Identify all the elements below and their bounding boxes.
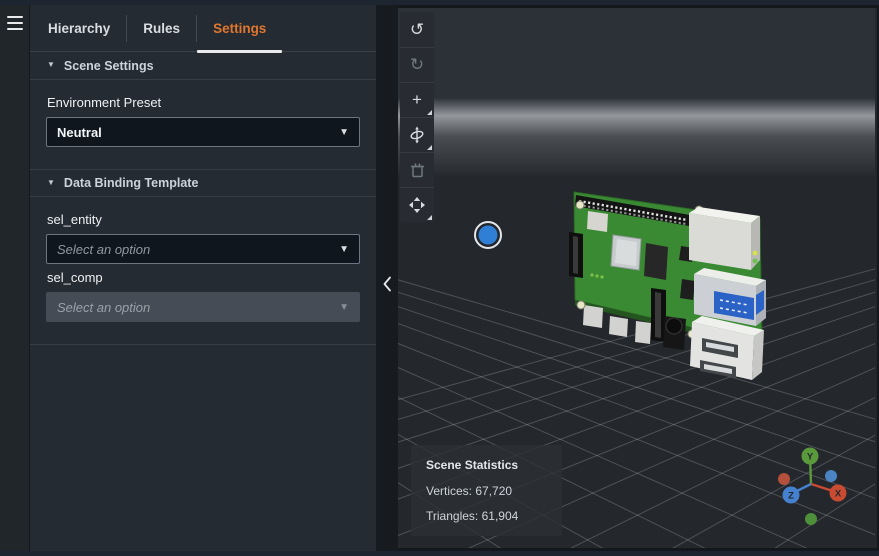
data-binding-fields: sel_entity Select an option ▼ sel_comp S…	[30, 197, 376, 345]
axis-neg-y-dot[interactable]	[805, 513, 817, 525]
axis-gizmo-icon: Y X Z	[766, 431, 858, 531]
environment-preset-select[interactable]: Neutral ▼	[46, 117, 360, 147]
chevron-left-icon	[383, 276, 392, 292]
pan-camera-button[interactable]	[400, 187, 434, 222]
scene-statistics-panel: Scene Statistics Vertices: 67,720 Triang…	[411, 445, 562, 536]
undo-button[interactable]: ↺	[400, 12, 434, 47]
collapse-panel-button[interactable]	[379, 271, 395, 297]
section-scene-settings[interactable]: ▼ Scene Settings	[30, 52, 376, 80]
sel-entity-label: sel_entity	[47, 212, 360, 227]
transform-mode-button[interactable]	[400, 117, 434, 152]
inspector-panel: Hierarchy Rules Settings ▼ Scene Setting…	[30, 5, 376, 551]
triangles-stat: Triangles: 61,904	[426, 509, 547, 523]
scene-settings-fields: Environment Preset Neutral ▼	[30, 80, 376, 169]
svg-text:Z: Z	[788, 491, 794, 502]
collapse-triangle-icon: ▼	[47, 60, 55, 69]
add-object-button[interactable]: +	[400, 82, 434, 117]
plus-icon: +	[412, 90, 422, 110]
sel-entity-placeholder: Select an option	[57, 242, 339, 257]
sky	[398, 8, 875, 104]
tab-rules[interactable]: Rules	[126, 15, 196, 42]
left-rail	[0, 5, 30, 551]
3d-viewport-canvas[interactable]: ↺ ↻ +	[398, 8, 877, 548]
collapse-triangle-icon: ▼	[47, 178, 55, 187]
delete-button[interactable]	[400, 152, 434, 187]
redo-icon: ↻	[410, 55, 424, 75]
chevron-down-icon: ▼	[339, 244, 349, 255]
environment-preset-value: Neutral	[57, 125, 339, 140]
chevron-down-icon: ▼	[339, 127, 349, 138]
environment-preset-label: Environment Preset	[47, 95, 360, 110]
sel-comp-placeholder: Select an option	[57, 300, 339, 315]
axis-z-ball[interactable]: Z	[783, 487, 800, 504]
trash-icon	[410, 162, 425, 178]
sel-entity-select[interactable]: Select an option ▼	[46, 234, 360, 264]
axis-neg-z-dot[interactable]	[825, 470, 837, 482]
axis-neg-x-dot[interactable]	[778, 473, 790, 485]
bottom-edge	[0, 551, 879, 556]
axis-y-ball[interactable]: Y	[802, 448, 819, 465]
hamburger-menu-icon[interactable]	[7, 16, 23, 30]
tag-anchor-widget[interactable]	[475, 222, 501, 248]
vertices-stat: Vertices: 67,720	[426, 484, 547, 498]
panel-tabs: Hierarchy Rules Settings	[30, 5, 376, 52]
move-arrows-icon	[408, 196, 426, 214]
svg-text:X: X	[835, 489, 842, 500]
tab-hierarchy[interactable]: Hierarchy	[48, 5, 126, 51]
chevron-down-icon: ▼	[339, 302, 349, 313]
redo-button[interactable]: ↻	[400, 47, 434, 82]
svg-text:Y: Y	[807, 452, 814, 463]
tab-settings[interactable]: Settings	[196, 15, 282, 42]
scene-settings-title: Scene Settings	[64, 59, 154, 73]
undo-icon: ↺	[410, 20, 424, 40]
panel-resize-gutter	[376, 5, 398, 551]
viewport-toolbar: ↺ ↻ +	[400, 12, 434, 222]
translate-gizmo-icon	[408, 126, 426, 144]
scene-statistics-title: Scene Statistics	[426, 458, 547, 472]
scene-composer-window: Hierarchy Rules Settings ▼ Scene Setting…	[0, 0, 879, 556]
data-binding-template-title: Data Binding Template	[64, 176, 199, 190]
section-data-binding-template[interactable]: ▼ Data Binding Template	[30, 169, 376, 197]
axis-x-ball[interactable]: X	[830, 485, 847, 502]
axis-orientation-gizmo[interactable]: Y X Z	[766, 431, 858, 531]
sel-comp-label: sel_comp	[47, 270, 360, 285]
sel-comp-select: Select an option ▼	[46, 292, 360, 322]
horizon-glow	[398, 98, 875, 178]
